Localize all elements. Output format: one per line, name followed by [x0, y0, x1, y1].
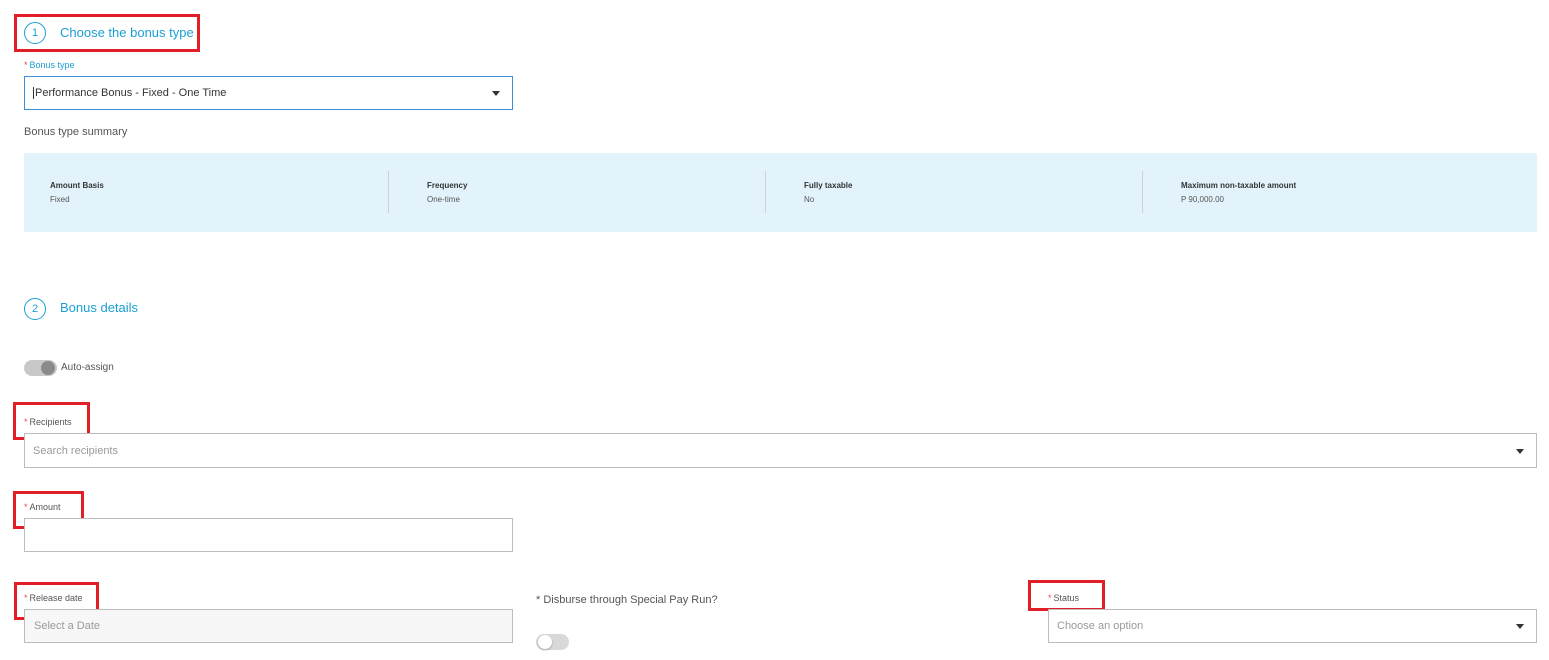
- required-mark: *: [24, 60, 28, 70]
- step1-number: 1: [24, 22, 46, 44]
- recipients-select[interactable]: Search recipients: [24, 433, 1537, 468]
- bonus-type-label-text: Bonus type: [29, 60, 75, 70]
- summary-divider: [388, 171, 389, 213]
- summary-item-amount-basis: Amount Basis Fixed: [50, 153, 390, 232]
- required-mark: *: [24, 593, 28, 603]
- toggle-knob: [41, 361, 55, 375]
- chevron-down-icon: [492, 91, 500, 96]
- summary-divider: [1142, 171, 1143, 213]
- special-pay-run-toggle[interactable]: [536, 634, 569, 650]
- release-date-label-text: Release date: [29, 593, 83, 603]
- chevron-down-icon: [1516, 624, 1524, 629]
- summary-divider: [765, 171, 766, 213]
- summary-item-title: Frequency: [427, 181, 468, 190]
- required-mark: *: [24, 417, 28, 427]
- summary-item-value: One-time: [427, 195, 460, 204]
- summary-item-value: No: [804, 195, 815, 204]
- auto-assign-toggle[interactable]: [24, 360, 57, 376]
- release-date-placeholder: Select a Date: [34, 620, 101, 632]
- recipients-label-text: Recipients: [29, 417, 72, 427]
- amount-input[interactable]: [24, 518, 513, 552]
- step2-title: Bonus details: [60, 300, 139, 315]
- required-mark: *: [24, 502, 28, 512]
- summary-heading: Bonus type summary: [24, 126, 128, 138]
- summary-item-fully-taxable: Fully taxable No: [804, 153, 1144, 232]
- step2-number: 2: [24, 298, 46, 320]
- text-cursor: [33, 87, 34, 99]
- amount-label-text: Amount: [29, 502, 61, 512]
- step1-title: Choose the bonus type: [60, 25, 194, 40]
- summary-item-title: Fully taxable: [804, 181, 853, 190]
- summary-item-value: Fixed: [50, 195, 70, 204]
- status-select[interactable]: Choose an option: [1048, 609, 1537, 643]
- recipients-placeholder: Search recipients: [33, 444, 118, 457]
- status-label: * Status: [1048, 593, 1079, 603]
- status-label-text: Status: [1053, 593, 1080, 603]
- recipients-label: * Recipients: [24, 417, 72, 427]
- summary-item-max-non-taxable: Maximum non-taxable amount P 90,000.00: [1181, 153, 1521, 232]
- summary-item-title: Amount Basis: [50, 181, 104, 190]
- release-date-label: * Release date: [24, 593, 83, 603]
- auto-assign-label: Auto-assign: [61, 362, 114, 373]
- summary-item-title: Maximum non-taxable amount: [1181, 181, 1297, 190]
- release-date-input[interactable]: Select a Date: [24, 609, 513, 643]
- summary-item-value: P 90,000.00: [1181, 195, 1225, 204]
- bonus-type-select[interactable]: Performance Bonus - Fixed - One Time: [24, 76, 513, 110]
- bonus-type-value: Performance Bonus - Fixed - One Time: [35, 87, 227, 99]
- toggle-knob: [538, 635, 552, 649]
- special-pay-run-label: * Disburse through Special Pay Run?: [536, 594, 718, 606]
- bonus-type-label: * Bonus type: [24, 60, 75, 70]
- amount-label: * Amount: [24, 502, 61, 512]
- chevron-down-icon: [1516, 448, 1524, 454]
- summary-panel: Amount Basis Fixed Frequency One-time Fu…: [24, 153, 1537, 232]
- required-mark: *: [1048, 593, 1052, 603]
- status-placeholder: Choose an option: [1057, 620, 1144, 632]
- summary-item-frequency: Frequency One-time: [427, 153, 767, 232]
